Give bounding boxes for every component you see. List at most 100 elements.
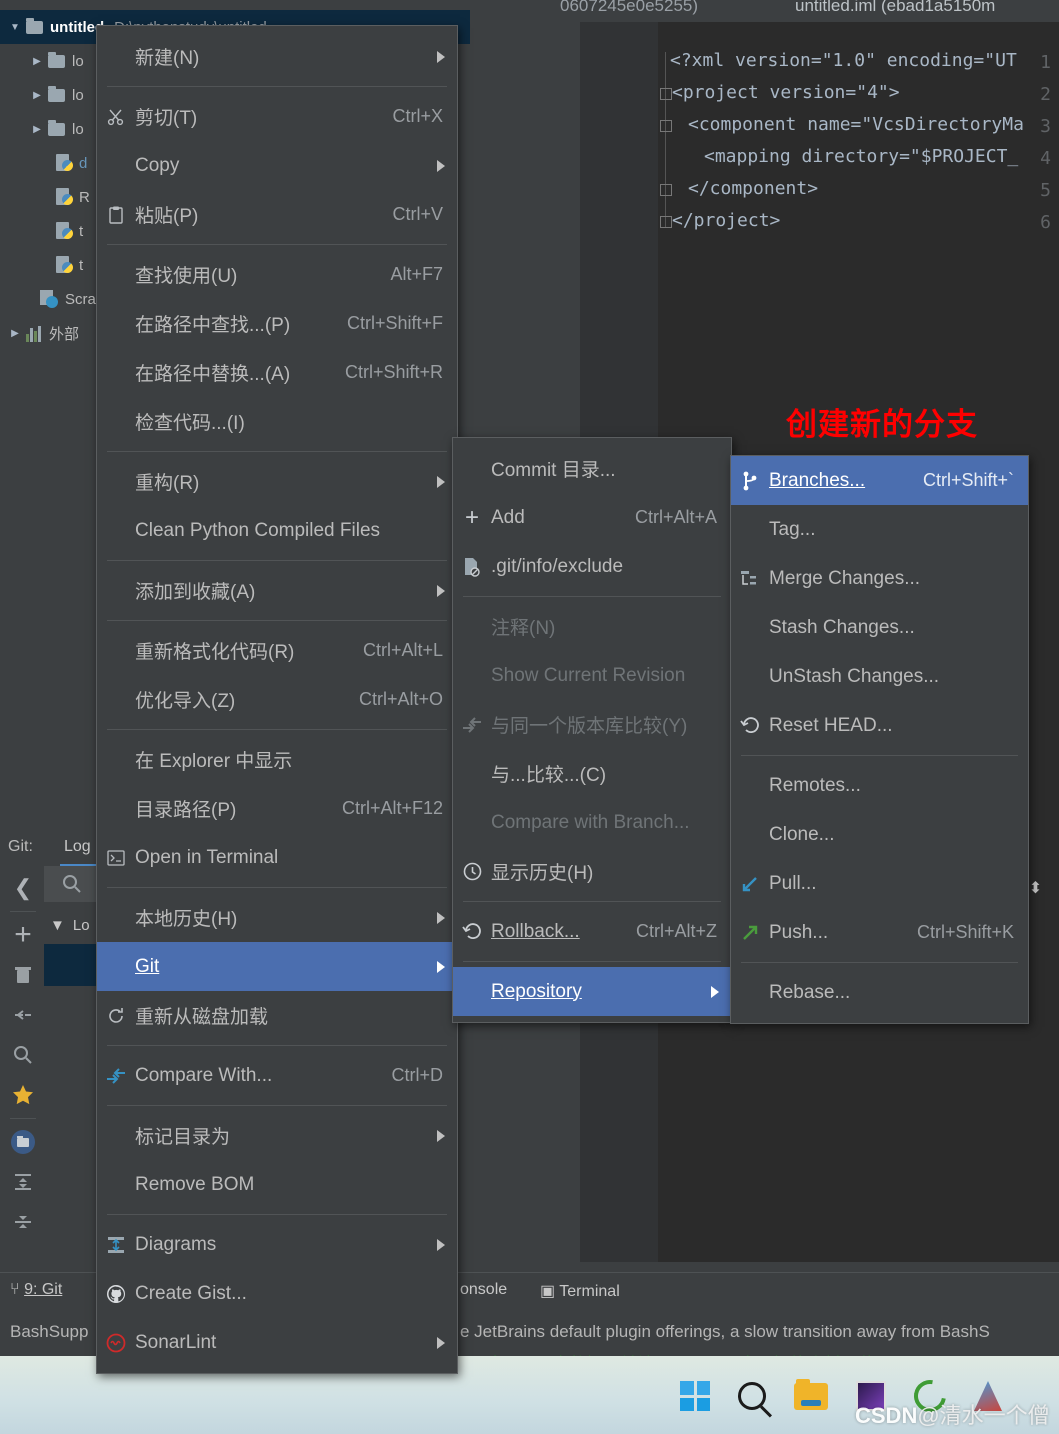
file-explorer-icon[interactable] xyxy=(794,1383,828,1410)
menu-item-label: Reset HEAD... xyxy=(769,715,1014,737)
menu-item-remove-bom[interactable]: Remove BOM xyxy=(97,1160,457,1209)
menu-item-label: 查找使用(U) xyxy=(135,261,370,288)
menu-item-clone[interactable]: Clone... xyxy=(731,810,1028,859)
menu-item-clean-python-compiled-files[interactable]: Clean Python Compiled Files xyxy=(97,506,457,555)
menu-item-repository[interactable]: Repository xyxy=(453,967,731,1016)
menu-item-git[interactable]: Git xyxy=(97,942,457,991)
menu-item-add[interactable]: + Add Ctrl+Alt+A xyxy=(453,493,731,542)
menu-item-mark-directory-as[interactable]: 标记目录为 xyxy=(97,1111,457,1160)
git-tool-window-button[interactable]: ⑂ 9: Git xyxy=(10,1281,62,1299)
menu-item-label: Push... xyxy=(769,922,897,944)
expand-arrow-icon[interactable]: ▶ xyxy=(30,124,44,135)
menu-item-compare-with[interactable]: Compare With... Ctrl+D xyxy=(97,1051,457,1100)
menu-item-reload-from-disk[interactable]: 重新从磁盘加载 xyxy=(97,991,457,1040)
expand-arrow-icon[interactable]: ▼ xyxy=(50,917,65,934)
menu-item-compare-with-same-repository: 与同一个版本库比较(Y) xyxy=(453,700,731,749)
fold-toggle-icon[interactable] xyxy=(660,88,672,100)
code-line: </component> xyxy=(688,178,818,199)
fold-toggle-icon[interactable] xyxy=(660,120,672,132)
menu-item-merge-changes[interactable]: Merge Changes... xyxy=(731,554,1028,603)
menu-item-label: Show Current Revision xyxy=(491,665,717,687)
menu-item-commit-directory[interactable]: Commit 目录... xyxy=(453,444,731,493)
git-toolwindow-sidebar[interactable]: ❮ + xyxy=(4,868,42,1266)
menu-item-stash-changes[interactable]: Stash Changes... xyxy=(731,603,1028,652)
menu-item-branches[interactable]: Branches... Ctrl+Shift+` xyxy=(731,456,1028,505)
notification-right: e JetBrains default plugin offerings, a … xyxy=(460,1322,990,1342)
expand-arrow-icon[interactable]: ▶ xyxy=(30,90,44,101)
menu-item-show-history[interactable]: 显示历史(H) xyxy=(453,847,731,896)
menu-item-inspect-code[interactable]: 检查代码...(I) xyxy=(97,397,457,446)
menu-item-push[interactable]: Push... Ctrl+Shift+K xyxy=(731,908,1028,957)
menu-item-show-in-explorer[interactable]: 在 Explorer 中显示 xyxy=(97,735,457,784)
code-line: <?xml version="1.0" encoding="UT xyxy=(670,50,1017,71)
menu-separator xyxy=(741,962,1018,963)
collapse-rows-icon[interactable] xyxy=(4,1202,42,1242)
menu-item-rebase[interactable]: Rebase... xyxy=(731,968,1028,1017)
expand-arrow-icon[interactable]: ▶ xyxy=(8,328,22,339)
git-log-tab[interactable]: Log xyxy=(64,838,91,856)
line-number: 5 xyxy=(1040,180,1051,201)
menu-item-reformat-code[interactable]: 重新格式化代码(R) Ctrl+Alt+L xyxy=(97,626,457,675)
menu-item-git-info-exclude[interactable]: .git/info/exclude xyxy=(453,542,731,591)
menu-item-cut[interactable]: 剪切(T) Ctrl+X xyxy=(97,92,457,141)
menu-item-diagrams[interactable]: Diagrams xyxy=(97,1220,457,1269)
expand-arrow-icon[interactable]: ▶ xyxy=(30,56,44,67)
menu-item-tag[interactable]: Tag... xyxy=(731,505,1028,554)
collapse-icon[interactable]: ❮ xyxy=(4,868,42,908)
menu-item-replace-in-path[interactable]: 在路径中替换...(A) Ctrl+Shift+R xyxy=(97,348,457,397)
push-icon xyxy=(739,922,761,944)
menu-item-sonarlint[interactable]: SonarLint xyxy=(97,1318,457,1367)
expand-rows-icon[interactable] xyxy=(4,1162,42,1202)
console-tool-button[interactable]: onsole xyxy=(460,1281,507,1299)
fold-toggle-icon[interactable] xyxy=(660,216,672,228)
merge-icon xyxy=(739,568,761,590)
menu-item-remotes[interactable]: Remotes... xyxy=(731,761,1028,810)
menu-item-local-history[interactable]: 本地历史(H) xyxy=(97,893,457,942)
fold-toggle-icon[interactable] xyxy=(660,184,672,196)
menu-item-find-in-path[interactable]: 在路径中查找...(P) Ctrl+Shift+F xyxy=(97,299,457,348)
expand-arrow-icon[interactable]: ▼ xyxy=(8,22,22,33)
search-icon[interactable] xyxy=(4,1035,42,1075)
sort-updown-icon[interactable]: ⬍ xyxy=(1029,880,1042,897)
menu-item-add-to-favorites[interactable]: 添加到收藏(A) xyxy=(97,566,457,615)
menu-item-open-in-terminal[interactable]: Open in Terminal xyxy=(97,833,457,882)
python-file-icon xyxy=(56,256,72,274)
code-line: </project> xyxy=(672,210,780,231)
menu-item-label: Copy xyxy=(135,155,443,177)
menu-item-label: 重构(R) xyxy=(135,468,443,495)
menu-item-label: Create Gist... xyxy=(135,1283,443,1305)
menu-item-pull[interactable]: Pull... xyxy=(731,859,1028,908)
tree-item-label: t xyxy=(79,257,83,274)
menu-item-find-usages[interactable]: 查找使用(U) Alt+F7 xyxy=(97,250,457,299)
menu-item-copy[interactable]: Copy xyxy=(97,141,457,190)
collapse-all-icon[interactable] xyxy=(4,995,42,1035)
menu-item-refactor[interactable]: 重构(R) xyxy=(97,457,457,506)
menu-item-directory-path[interactable]: 目录路径(P) Ctrl+Alt+F12 xyxy=(97,784,457,833)
git-log-search-input[interactable] xyxy=(44,866,100,902)
menu-item-paste[interactable]: 粘贴(P) Ctrl+V xyxy=(97,190,457,239)
delete-icon[interactable] xyxy=(4,955,42,995)
menu-item-optimize-imports[interactable]: 优化导入(Z) Ctrl+Alt+O xyxy=(97,675,457,724)
terminal-tool-button[interactable]: ▣ Terminal xyxy=(540,1281,620,1301)
menu-item-reset-head[interactable]: Reset HEAD... xyxy=(731,701,1028,750)
editor-tab-title[interactable]: untitled.iml (ebad1a5150m xyxy=(795,0,995,16)
file-context-menu[interactable]: 新建(N) 剪切(T) Ctrl+X Copy 粘贴(P) Ctrl+V 查找使… xyxy=(96,25,458,1374)
menu-item-create-gist[interactable]: Create Gist... xyxy=(97,1269,457,1318)
git-submenu[interactable]: Commit 目录... + Add Ctrl+Alt+A .git/info/… xyxy=(452,437,732,1023)
repository-submenu[interactable]: Branches... Ctrl+Shift+` Tag... Merge Ch… xyxy=(730,455,1029,1024)
menu-item-unstash-changes[interactable]: UnStash Changes... xyxy=(731,652,1028,701)
menu-item-rollback[interactable]: Rollback... Ctrl+Alt+Z xyxy=(453,907,731,956)
add-icon[interactable]: + xyxy=(4,915,42,955)
taskbar-search-icon[interactable] xyxy=(738,1382,766,1410)
menu-item-compare-with-branch: Compare with Branch... xyxy=(453,798,731,847)
python-file-icon xyxy=(56,222,72,240)
menu-item-label: 显示历史(H) xyxy=(491,858,717,885)
menu-item-label: 在路径中查找...(P) xyxy=(135,310,327,337)
menu-item-compare-with[interactable]: 与...比较...(C) xyxy=(453,749,731,798)
favorite-star-icon[interactable] xyxy=(4,1075,42,1115)
compare-icon xyxy=(105,1065,127,1087)
windows-start-icon[interactable] xyxy=(680,1381,710,1411)
rollback-icon xyxy=(739,715,761,737)
show-root-folder-icon[interactable] xyxy=(4,1122,42,1162)
menu-item-new[interactable]: 新建(N) xyxy=(97,32,457,81)
